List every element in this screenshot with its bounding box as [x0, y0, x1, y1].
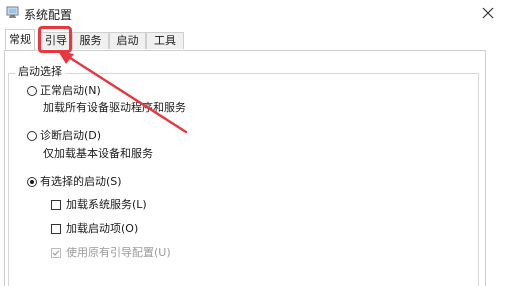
- use-original-boot-config-label: 使用原有引导配置(U): [66, 246, 171, 259]
- use-original-boot-config-checkbox: [51, 248, 61, 258]
- tab-strip: 常规 引导 服务 启动 工具: [0, 28, 520, 50]
- load-startup-items-label[interactable]: 加载启动项(O): [66, 222, 138, 236]
- diagnostic-startup-label[interactable]: 诊断启动(D): [40, 129, 101, 143]
- normal-startup-description: 加载所有设备驱动程序和服务: [43, 101, 186, 114]
- msconfig-icon: [6, 5, 20, 19]
- tab-services-label: 服务: [79, 34, 102, 47]
- diagnostic-startup-description: 仅加载基本设备和服务: [43, 147, 153, 160]
- load-system-services-label[interactable]: 加载系统服务(L): [66, 198, 147, 212]
- selective-startup-radio[interactable]: [27, 177, 37, 187]
- window-title: 系统配置: [24, 8, 73, 22]
- normal-startup-radio[interactable]: [27, 86, 37, 96]
- tab-tools[interactable]: 工具: [146, 32, 184, 49]
- title-bar: 系统配置: [0, 0, 520, 28]
- tab-general[interactable]: 常规: [5, 29, 35, 50]
- close-icon[interactable]: [476, 2, 500, 24]
- tab-startup-label: 启动: [116, 34, 139, 47]
- tab-services[interactable]: 服务: [72, 32, 109, 49]
- selective-startup-label[interactable]: 有选择的启动(S): [40, 175, 122, 189]
- tab-general-label: 常规: [9, 33, 31, 46]
- checkmark-icon: [52, 250, 60, 256]
- load-startup-items-checkbox[interactable]: [51, 224, 61, 234]
- radio-selected-dot: [30, 180, 34, 184]
- annotation-highlight-box: [38, 26, 72, 53]
- startup-selection-legend: 启动选择: [15, 64, 65, 80]
- diagnostic-startup-radio[interactable]: [27, 131, 37, 141]
- tab-startup[interactable]: 启动: [109, 32, 146, 49]
- tab-tools-label: 工具: [154, 34, 176, 47]
- normal-startup-label[interactable]: 正常启动(N): [40, 84, 101, 98]
- load-system-services-checkbox[interactable]: [51, 200, 61, 210]
